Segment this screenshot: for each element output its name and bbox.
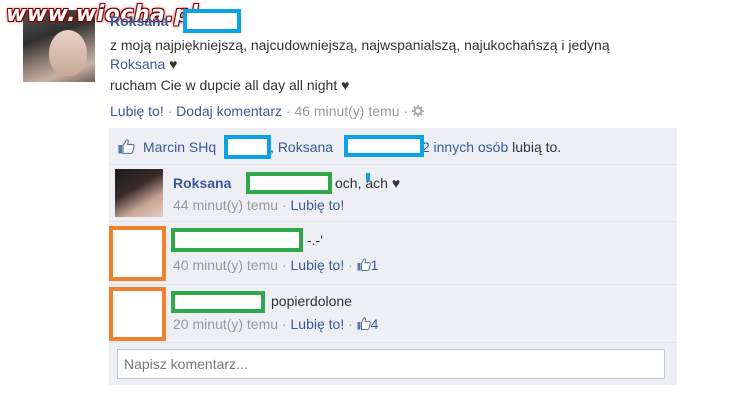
add-comment-link[interactable]: Dodaj komentarz xyxy=(176,103,282,119)
comment-like-link[interactable]: Lubię to! xyxy=(291,257,345,273)
likes-suffix: lubią to. xyxy=(512,139,562,155)
redaction-box xyxy=(246,172,332,194)
post-author-name[interactable]: Roksana xyxy=(110,13,168,29)
heart-symbol: ♥ xyxy=(169,56,178,72)
comment-item: popierdolone 20 minut(y) temu · Lubię to… xyxy=(109,285,677,342)
separator: · xyxy=(167,103,173,119)
redaction-box xyxy=(344,135,424,157)
comment-input[interactable] xyxy=(117,349,665,379)
thumbs-up-icon xyxy=(118,139,135,154)
comment-meta: 44 minut(y) temu · Lubię to! xyxy=(173,197,344,213)
comment-like-link[interactable]: Lubię to! xyxy=(291,316,345,332)
comment-meta: 20 minut(y) temu · Lubię to! · 4 xyxy=(173,316,378,332)
likes-count: 1 xyxy=(370,257,379,273)
separator: · xyxy=(281,316,287,332)
separator: · xyxy=(285,103,291,119)
redaction-box xyxy=(224,135,271,159)
redaction-box xyxy=(183,9,241,33)
separator: · xyxy=(348,316,353,332)
comment-likes-count[interactable]: 1 xyxy=(357,257,379,273)
likes-count: 4 xyxy=(370,316,379,332)
comment-timestamp[interactable]: 44 minut(y) temu xyxy=(173,197,278,213)
liker-link-1[interactable]: Marcin SHq xyxy=(143,139,216,155)
redaction-box xyxy=(171,291,265,313)
avatar-face xyxy=(49,30,87,76)
gear-icon[interactable] xyxy=(411,105,424,117)
post-text-line2: rucham Cie w dupcie all day all night ♥ xyxy=(110,77,350,93)
comment-input-row xyxy=(109,343,677,385)
comment-text: -.-' xyxy=(307,232,323,248)
comment-timestamp[interactable]: 20 minut(y) temu xyxy=(173,316,278,332)
post-actions: Lubię to! · Dodaj komentarz · 46 minut(y… xyxy=(110,103,424,119)
others-liked-link[interactable]: i 2 innych osób xyxy=(415,139,508,155)
separator: · xyxy=(281,257,287,273)
commenter-avatar[interactable] xyxy=(115,169,163,217)
comment-like-link[interactable]: Lubię to! xyxy=(291,197,345,213)
comment-item: Roksana och, ach ♥ 44 minut(y) temu · Lu… xyxy=(109,165,677,221)
thumbs-up-icon xyxy=(357,258,371,271)
separator: · xyxy=(403,103,409,119)
comment-item: -.-' 40 minut(y) temu · Lubię to! · 1 xyxy=(109,222,677,284)
commenter-avatar-redacted[interactable] xyxy=(109,226,166,281)
separator: · xyxy=(348,257,353,273)
post-text-line1: z moją najpiękniejszą, najcudowniejszą, … xyxy=(110,37,610,53)
redaction-mark xyxy=(366,173,370,181)
separator: · xyxy=(281,197,287,213)
commenter-name[interactable]: Roksana xyxy=(173,175,231,191)
comment-meta: 40 minut(y) temu · Lubię to! · 1 xyxy=(173,257,378,273)
comment-text: popierdolone xyxy=(271,293,352,309)
post-like-link[interactable]: Lubię to! xyxy=(110,103,164,119)
liker-link-2[interactable]: Roksana xyxy=(278,139,333,155)
redaction-box xyxy=(171,228,303,252)
commenter-avatar-redacted[interactable] xyxy=(109,287,166,341)
post-tag-line: Roksana ♥ xyxy=(110,56,177,72)
comment-timestamp[interactable]: 40 minut(y) temu xyxy=(173,257,278,273)
tagged-person-link[interactable]: Roksana xyxy=(110,56,165,72)
comment-likes-count[interactable]: 4 xyxy=(357,316,379,332)
watermark-logo: www.wiocha.pl xyxy=(6,2,199,27)
post-timestamp[interactable]: 46 minut(y) temu xyxy=(294,103,399,119)
thumbs-up-icon xyxy=(357,317,371,330)
